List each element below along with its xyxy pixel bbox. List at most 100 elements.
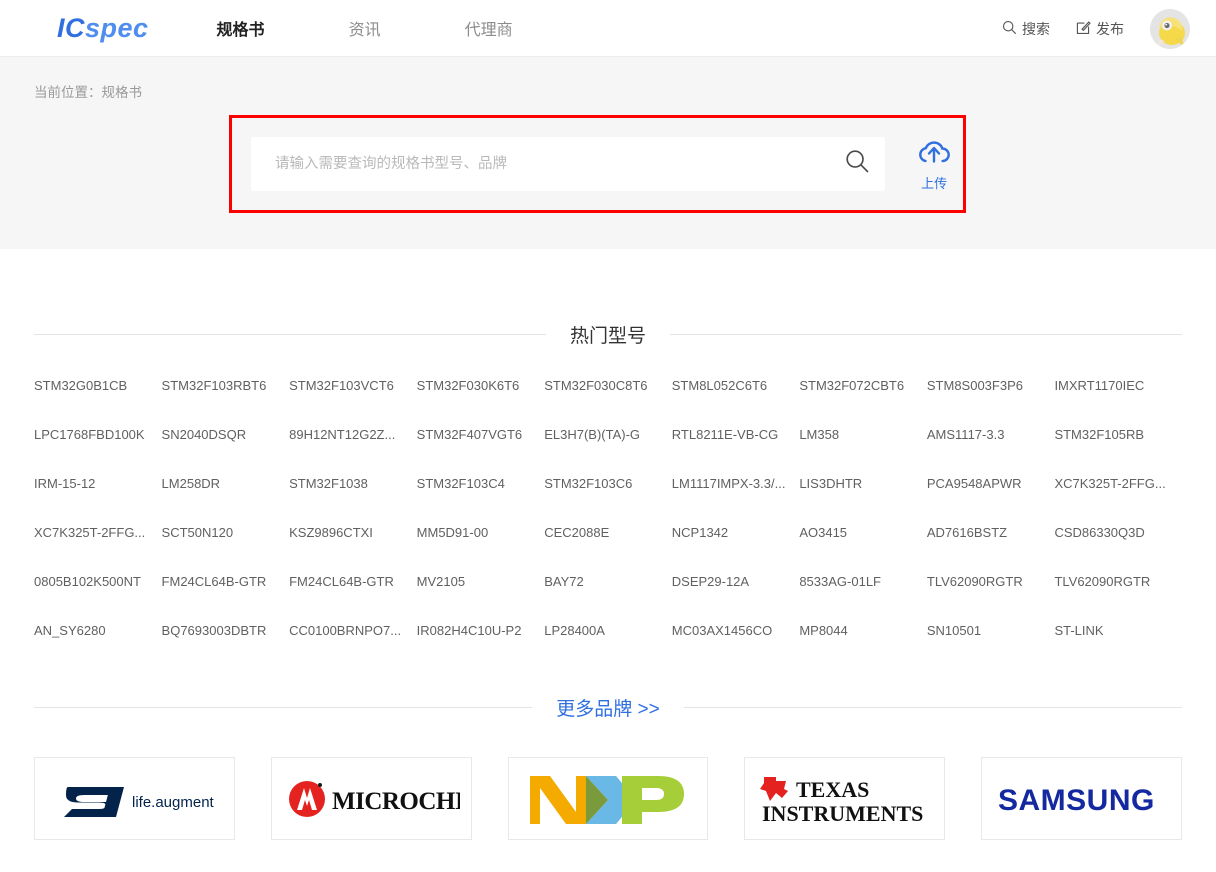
brand-logo-row: life.augmented MICROCHIP TEX <box>34 721 1182 840</box>
upload-button[interactable]: 上传 <box>905 137 963 192</box>
heading-rule-left <box>34 334 546 335</box>
brand-card-microchip[interactable]: MICROCHIP <box>270 757 472 840</box>
user-avatar[interactable] <box>1150 8 1190 49</box>
hot-part-item[interactable]: STM32F1038 <box>289 476 417 491</box>
hot-part-item[interactable]: STM32G0B1CB <box>34 378 162 393</box>
nav-item-news[interactable]: 资讯 <box>349 16 381 40</box>
nav-item-distributors[interactable]: 代理商 <box>465 16 513 40</box>
nav-item-datasheets[interactable]: 规格书 <box>217 16 265 40</box>
hot-part-item[interactable]: STM32F103C4 <box>417 476 545 491</box>
hot-part-item[interactable]: STM32F030K6T6 <box>417 378 545 393</box>
brand-card-st[interactable]: life.augmented <box>34 757 235 840</box>
hot-part-item[interactable]: 8533AG-01LF <box>799 574 927 589</box>
hot-parts-heading: 热门型号 <box>34 321 1183 348</box>
hot-part-item[interactable]: 0805B102K500NT <box>34 574 162 589</box>
hot-part-item[interactable]: MV2105 <box>417 574 545 589</box>
search-icon <box>845 149 870 179</box>
site-header: ICspec 规格书 资讯 代理商 搜索 发布 <box>0 0 1216 57</box>
brand-card-ti[interactable]: TEXAS INSTRUMENTS <box>744 757 946 840</box>
hot-part-item[interactable]: CEC2088E <box>544 525 672 540</box>
hot-part-item[interactable]: AD7616BSTZ <box>927 525 1055 540</box>
ti-word-instruments: INSTRUMENTS <box>762 801 923 826</box>
hot-part-item[interactable]: AMS1117-3.3 <box>927 427 1055 442</box>
hot-part-item[interactable]: 89H12NT12G2Z... <box>289 427 417 442</box>
hot-part-item[interactable]: STM8L052C6T6 <box>672 378 800 393</box>
ti-logo-icon: TEXAS INSTRUMENTS <box>759 776 923 826</box>
hot-part-item[interactable]: LM358 <box>799 427 927 442</box>
hot-part-item[interactable]: STM32F030C8T6 <box>544 378 672 393</box>
hot-part-item[interactable]: LP28400A <box>544 623 672 638</box>
hot-part-item[interactable]: LPC1768FBD100K <box>34 427 162 442</box>
more-brands-link[interactable]: 更多品牌 >> <box>532 694 683 721</box>
st-tagline: life.augmented <box>132 794 214 811</box>
hot-part-item[interactable]: IR082H4C10U-P2 <box>417 623 545 638</box>
hot-part-item[interactable]: BAY72 <box>544 574 672 589</box>
hot-part-item[interactable]: XC7K325T-2FFG... <box>1054 476 1182 491</box>
hot-part-item[interactable]: STM32F407VGT6 <box>417 427 545 442</box>
header-publish-label: 发布 <box>1096 20 1124 37</box>
hot-part-item[interactable]: SN10501 <box>927 623 1055 638</box>
hot-part-item[interactable]: LM258DR <box>162 476 290 491</box>
hot-part-item[interactable]: STM32F103VCT6 <box>289 378 417 393</box>
hot-part-item[interactable]: FM24CL64B-GTR <box>162 574 290 589</box>
hot-part-item[interactable]: DSEP29-12A <box>672 574 800 589</box>
heading-rule-right <box>670 334 1183 335</box>
hot-part-item[interactable]: LM1117IMPX-3.3/... <box>672 476 800 491</box>
hot-part-item[interactable]: XC7K325T-2FFG... <box>34 525 162 540</box>
hot-parts-grid: STM32G0B1CB STM32F103RBT6 STM32F103VCT6 STM… <box>34 348 1182 638</box>
hot-part-item[interactable]: TLV62090RGTR <box>927 574 1055 589</box>
hot-part-item[interactable]: STM32F072CBT6 <box>799 378 927 393</box>
logo-ic-text: IC <box>57 12 85 43</box>
search-submit-button[interactable] <box>829 137 885 191</box>
search-input[interactable] <box>273 155 830 173</box>
hot-part-item[interactable]: STM32F103C6 <box>544 476 672 491</box>
samsung-wordmark: SAMSUNG <box>998 784 1155 817</box>
more-brands-heading: 更多品牌 >> <box>34 694 1183 721</box>
main-nav: 规格书 资讯 代理商 <box>217 16 597 40</box>
hot-part-item[interactable]: IRM-15-12 <box>34 476 162 491</box>
header-publish-action[interactable]: 发布 <box>1076 19 1124 39</box>
hot-part-item[interactable]: MM5D91-00 <box>417 525 545 540</box>
hot-parts-section: 热门型号 STM32G0B1CB STM32F103RBT6 STM32F103VC… <box>0 249 1216 638</box>
samsung-logo-icon: SAMSUNG <box>998 784 1155 817</box>
search-band: 当前位置：规格书 上传 <box>0 57 1216 249</box>
microchip-wordmark: MICROCHIP <box>332 788 460 815</box>
breadcrumb: 当前位置：规格书 <box>34 85 142 100</box>
hot-part-item[interactable]: EL3H7(B)(TA)-G <box>544 427 672 442</box>
hot-part-item[interactable]: STM32F103RBT6 <box>162 378 290 393</box>
hot-part-item[interactable]: STM32F105RB <box>1054 427 1182 442</box>
hot-part-item[interactable]: BQ7693003DBTR <box>162 623 290 638</box>
hot-part-item[interactable]: NCP1342 <box>672 525 800 540</box>
hot-part-item[interactable]: STM8S003F3P6 <box>927 378 1055 393</box>
hot-part-item[interactable]: MC03AX1456CO <box>672 623 800 638</box>
header-search-action[interactable]: 搜索 <box>1002 19 1050 39</box>
hot-part-item[interactable]: MP8044 <box>799 623 927 638</box>
brand-rule-left <box>34 707 533 708</box>
hot-part-item[interactable]: IMXRT1170IEC <box>1054 378 1182 393</box>
microchip-logo-icon: MICROCHIP <box>289 780 460 817</box>
site-logo[interactable]: ICspec <box>57 13 149 44</box>
hot-part-item[interactable]: AO3415 <box>799 525 927 540</box>
hot-part-item[interactable]: ST-LINK <box>1054 623 1182 638</box>
hot-part-item[interactable]: AN_SY6280 <box>34 623 162 638</box>
search-icon <box>1002 20 1022 38</box>
search-box <box>251 137 886 191</box>
hot-part-item[interactable]: RTL8211E-VB-CG <box>672 427 800 442</box>
hot-part-item[interactable]: FM24CL64B-GTR <box>289 574 417 589</box>
hot-part-item[interactable]: PCA9548APWR <box>927 476 1055 491</box>
hot-part-item[interactable]: SCT50N120 <box>162 525 290 540</box>
hot-part-item[interactable]: SN2040DSQR <box>162 427 290 442</box>
header-actions: 搜索 发布 <box>1002 0 1190 57</box>
brand-card-samsung[interactable]: SAMSUNG <box>981 757 1182 840</box>
hot-part-item[interactable]: CC0100BRNPO7... <box>289 623 417 638</box>
hot-part-item[interactable]: CSD86330Q3D <box>1054 525 1182 540</box>
brand-rule-right <box>683 707 1183 708</box>
upload-label: 上传 <box>921 175 948 191</box>
hot-part-item[interactable]: LIS3DHTR <box>799 476 927 491</box>
hot-part-item[interactable]: TLV62090RGTR <box>1054 574 1182 589</box>
header-search-label: 搜索 <box>1022 20 1050 37</box>
cloud-upload-icon <box>916 137 952 172</box>
st-logo-icon: life.augmented <box>64 786 214 817</box>
hot-part-item[interactable]: KSZ9896CTXI <box>289 525 417 540</box>
brand-card-nxp[interactable] <box>507 757 709 840</box>
